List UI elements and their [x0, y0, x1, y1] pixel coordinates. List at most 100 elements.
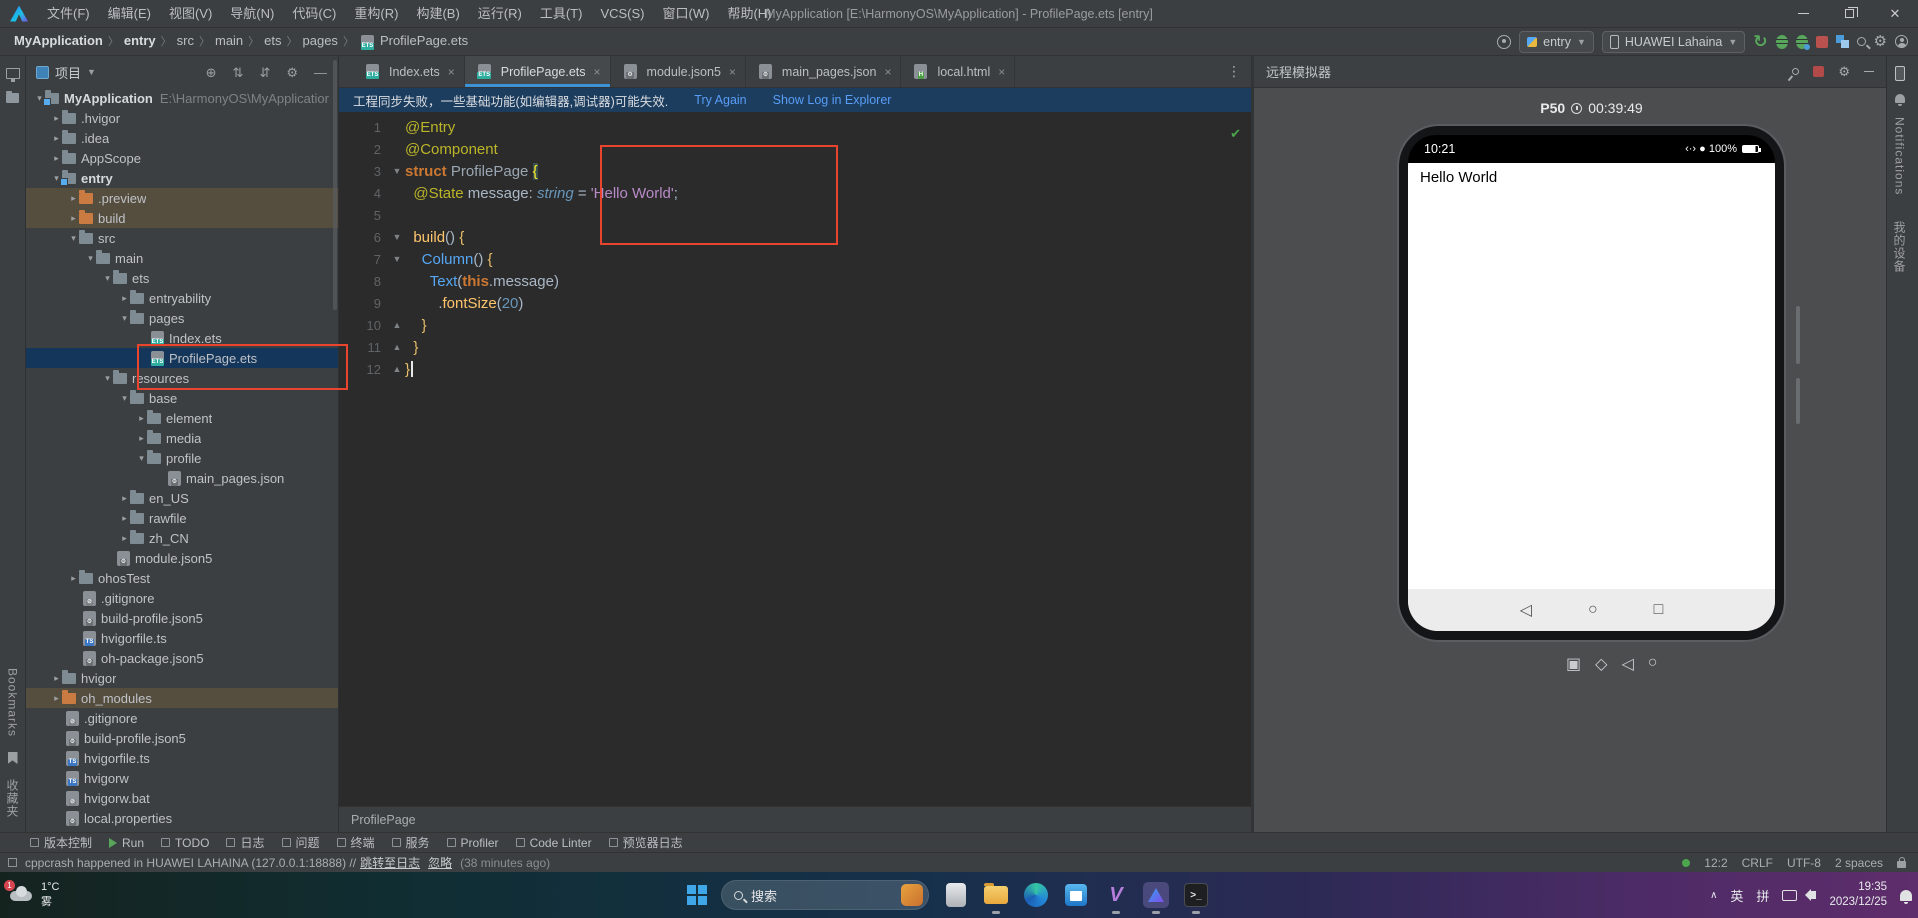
nav-recents-icon[interactable]: □: [1654, 601, 1664, 619]
menu-重构(R)[interactable]: 重构(R): [345, 0, 407, 28]
tree-row-ProfilePage.ets[interactable]: ETS ProfilePage.ets: [26, 348, 338, 368]
menu-文件(F)[interactable]: 文件(F): [38, 0, 99, 28]
menu-视图(V)[interactable]: 视图(V): [160, 0, 221, 28]
close-tab-icon[interactable]: ×: [448, 65, 455, 79]
tree-row-hvigorw.bat[interactable]: ⊘ hvigorw.bat: [26, 788, 338, 808]
tree-row-.preview[interactable]: ▸ .preview: [26, 188, 338, 208]
tree-scrollbar[interactable]: [333, 60, 337, 310]
indent-setting[interactable]: 2 spaces: [1835, 856, 1883, 870]
menu-导航(N)[interactable]: 导航(N): [221, 0, 283, 28]
more-tabs-icon[interactable]: ⋮: [1217, 56, 1251, 87]
bookmark-icon[interactable]: [7, 752, 18, 764]
project-tool-icon[interactable]: [5, 68, 20, 82]
tree-row-oh_modules[interactable]: ▸ oh_modules: [26, 688, 338, 708]
taskbar-clock[interactable]: 19:35 2023/12/25: [1829, 880, 1887, 910]
tree-row-ets[interactable]: ▾ ets: [26, 268, 338, 288]
toolwindow-Profiler[interactable]: Profiler: [446, 836, 499, 850]
sdk-manager-button[interactable]: [1835, 35, 1849, 48]
taskbar-file-explorer[interactable]: [983, 882, 1009, 914]
notifications-icon[interactable]: [1894, 94, 1905, 106]
hide-panel-icon[interactable]: —: [309, 66, 332, 79]
code-line-1[interactable]: 1 @Entry: [339, 116, 1251, 138]
toolwindow-预览器日志[interactable]: 预览器日志: [608, 834, 683, 851]
ime-language-en[interactable]: 英: [1730, 886, 1743, 905]
tree-row-entry[interactable]: ▾ entry: [26, 168, 338, 188]
tree-row-ohosTest[interactable]: ▸ ohosTest: [26, 568, 338, 588]
menu-窗口(W)[interactable]: 窗口(W): [654, 0, 719, 28]
notifications-stripe-button[interactable]: Notifications: [1893, 117, 1907, 195]
taskbar-search[interactable]: 搜索: [721, 880, 929, 910]
breadcrumb-item[interactable]: main: [215, 33, 243, 48]
close-button[interactable]: ✕: [1872, 0, 1918, 27]
taskbar-microsoft-store[interactable]: [1063, 882, 1089, 908]
tab-main_pages.json[interactable]: ⚙ main_pages.json ×: [746, 56, 902, 87]
nav-home-icon[interactable]: ○: [1588, 601, 1598, 619]
tree-row-oh-package.json5[interactable]: ⚙ oh-package.json5: [26, 648, 338, 668]
code-line-10[interactable]: 10 ▲ }: [339, 314, 1251, 336]
goto-log-link[interactable]: 跳转至日志: [360, 854, 420, 871]
ignore-link[interactable]: 忽略: [428, 854, 452, 871]
search-everywhere-button[interactable]: [1856, 37, 1866, 46]
emulator-settings-icon[interactable]: ⚙: [1838, 65, 1850, 78]
tree-row-AppScope[interactable]: ▸ AppScope: [26, 148, 338, 168]
panel-settings-icon[interactable]: ⚙: [281, 66, 303, 79]
breadcrumb-item[interactable]: entry: [124, 33, 156, 48]
line-separator[interactable]: CRLF: [1742, 856, 1773, 870]
account-button[interactable]: [1895, 35, 1908, 48]
menu-编辑(E)[interactable]: 编辑(E): [99, 0, 160, 28]
maximize-button[interactable]: [1826, 0, 1872, 27]
tree-row-main_pages.json[interactable]: ⚙ main_pages.json: [26, 468, 338, 488]
tree-row-Index.ets[interactable]: ETS Index.ets: [26, 328, 338, 348]
code-line-2[interactable]: 2 @Component: [339, 138, 1251, 160]
file-encoding[interactable]: UTF-8: [1787, 856, 1821, 870]
code-line-6[interactable]: 6 ▼ build() {: [339, 226, 1251, 248]
bookmarks-stripe-button[interactable]: Bookmarks: [6, 668, 20, 737]
tree-row-resources[interactable]: ▾ resources: [26, 368, 338, 388]
inspection-ok-icon[interactable]: ✔: [1230, 126, 1241, 142]
close-tab-icon[interactable]: ×: [998, 65, 1005, 79]
tree-row-build-profile.json5[interactable]: ⚙ build-profile.json5: [26, 728, 338, 748]
tree-row-.gitignore[interactable]: ⊘ .gitignore: [26, 588, 338, 608]
toolwindow-问题[interactable]: 问题: [281, 834, 320, 851]
tray-expand-icon[interactable]: ∧: [1710, 890, 1717, 901]
tab-local.html[interactable]: Hlocal.html ×: [901, 56, 1016, 87]
toolwindow-Run[interactable]: Run: [109, 836, 144, 850]
tree-row-media[interactable]: ▸ media: [26, 428, 338, 448]
code-line-11[interactable]: 11 ▲ }: [339, 336, 1251, 358]
taskbar-widgets-app[interactable]: [943, 882, 969, 908]
tree-row-.gitignore[interactable]: ⊘ .gitignore: [26, 708, 338, 728]
tree-row-rawfile[interactable]: ▸ rawfile: [26, 508, 338, 528]
tree-row-entryability[interactable]: ▸ entryability: [26, 288, 338, 308]
tree-row-build-profile.json5[interactable]: ⚙ build-profile.json5: [26, 608, 338, 628]
tree-row-main[interactable]: ▾ main: [26, 248, 338, 268]
breadcrumb-file[interactable]: ProfilePage.ets: [380, 33, 468, 48]
chevron-down-icon[interactable]: ▼: [87, 67, 96, 77]
run-button[interactable]: ↻: [1753, 33, 1767, 50]
breadcrumb-item[interactable]: ets: [264, 33, 281, 48]
tree-row-en_US[interactable]: ▸ en_US: [26, 488, 338, 508]
tree-row-zh_CN[interactable]: ▸ zh_CN: [26, 528, 338, 548]
locate-file-icon[interactable]: ⊕: [201, 66, 222, 79]
menu-工具(T)[interactable]: 工具(T): [531, 0, 592, 28]
code-line-8[interactable]: 8 Text(this.message): [339, 270, 1251, 292]
minimize-button[interactable]: [1780, 0, 1826, 27]
tree-row-base[interactable]: ▾ base: [26, 388, 338, 408]
tab-module.json5[interactable]: ⚙ module.json5 ×: [611, 56, 746, 87]
code-line-4[interactable]: 4 @State message: string = 'Hello World'…: [339, 182, 1251, 204]
taskbar-terminal[interactable]: >_: [1183, 882, 1209, 914]
menu-VCS(S)[interactable]: VCS(S): [591, 0, 653, 28]
hide-emulator-icon[interactable]: [1864, 70, 1874, 73]
stop-emulator-icon[interactable]: [1813, 66, 1825, 77]
tree-row-hvigor[interactable]: ▸ hvigor: [26, 668, 338, 688]
project-panel-title[interactable]: 项目: [55, 63, 81, 82]
menu-运行(R)[interactable]: 运行(R): [469, 0, 531, 28]
tree-row-build[interactable]: ▸ build: [26, 208, 338, 228]
tree-row-pages[interactable]: ▾ pages: [26, 308, 338, 328]
tree-row-.idea[interactable]: ▸ .idea: [26, 128, 338, 148]
taskbar-weather-widget[interactable]: 1 1°C 雾: [4, 880, 59, 909]
close-tab-icon[interactable]: ×: [594, 65, 601, 79]
favorites-stripe-button[interactable]: 收藏夹: [4, 779, 21, 818]
screenshot-icon[interactable]: ▣: [1566, 654, 1581, 674]
tab-Index.ets[interactable]: ETS Index.ets ×: [353, 56, 465, 87]
stop-button[interactable]: [1815, 35, 1828, 48]
